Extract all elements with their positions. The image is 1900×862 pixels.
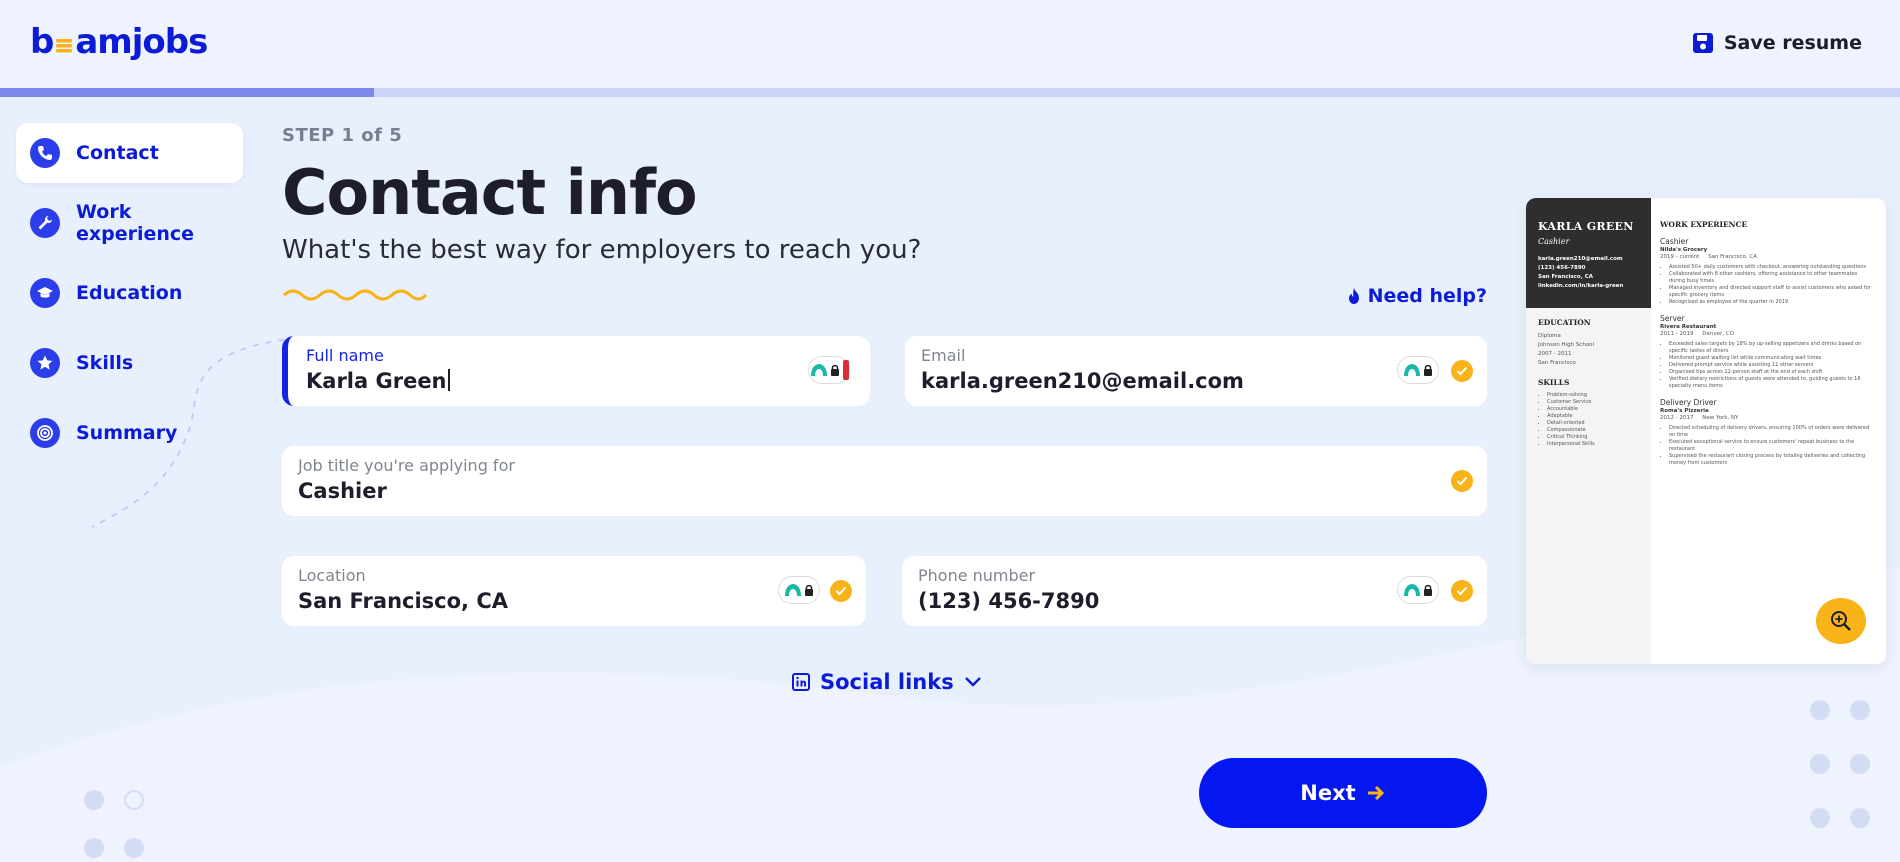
- location-label: Location: [298, 566, 366, 585]
- password-manager-red-tab: [842, 360, 849, 380]
- arrow-right-icon: [1367, 785, 1384, 801]
- job-title-input[interactable]: Cashier: [298, 479, 1471, 503]
- location-field[interactable]: Location San Francisco, CA: [282, 556, 866, 626]
- lock-icon: [830, 364, 839, 376]
- password-manager-icon: [810, 364, 827, 376]
- sidebar-item-contact[interactable]: Contact: [16, 123, 243, 183]
- text-caret: [447, 369, 450, 391]
- step-indicator: STEP 1 of 5: [282, 125, 403, 146]
- full-name-input[interactable]: Karla Green: [306, 369, 854, 393]
- resume-name: KARLA GREEN: [1538, 220, 1634, 233]
- beamjobs-logo[interactable]: b amjobs: [30, 22, 208, 62]
- sidebar-item-summary[interactable]: Summary: [16, 403, 243, 463]
- zoom-in-icon: [1831, 611, 1851, 631]
- phone-input[interactable]: (123) 456-7890: [918, 589, 1471, 613]
- resume-left-column: KARLA GREEN Cashier karla.green210@email…: [1526, 198, 1651, 664]
- resume-preview[interactable]: KARLA GREEN Cashier karla.green210@email…: [1526, 198, 1886, 664]
- resume-header: KARLA GREEN Cashier karla.green210@email…: [1526, 198, 1651, 308]
- resume-job: Delivery Driver Roma's Pizzeria 2012 - 2…: [1660, 398, 1874, 467]
- lock-icon: [1424, 364, 1432, 376]
- password-manager-badge[interactable]: [778, 576, 820, 604]
- resume-skills: SKILLS Problem-solving Customer Service …: [1526, 368, 1651, 448]
- sidebar-item-label: Education: [76, 282, 183, 304]
- full-name-label: Full name: [306, 346, 384, 365]
- job-title-field[interactable]: Job title you're applying for Cashier: [282, 446, 1487, 516]
- step-progress-bar: [0, 88, 1900, 97]
- need-help-link[interactable]: Need help?: [1346, 285, 1487, 307]
- linkedin-icon: [792, 673, 810, 691]
- password-manager-badge[interactable]: [1397, 576, 1439, 604]
- step-progress-fill: [0, 88, 375, 97]
- zoom-preview-button[interactable]: [1816, 598, 1866, 644]
- lock-icon: [1424, 584, 1432, 596]
- resume-work-title: WORK EXPERIENCE: [1660, 220, 1748, 229]
- graduation-cap-icon: [30, 278, 60, 308]
- resume-role: Cashier: [1538, 237, 1570, 246]
- squiggle-decoration: [283, 289, 428, 301]
- password-manager-badge[interactable]: [1397, 356, 1439, 384]
- valid-check-icon: [1451, 580, 1473, 602]
- password-manager-icon: [1404, 584, 1420, 596]
- logo-e-mark-icon: [54, 24, 74, 53]
- steps-sidebar: Contact Work experience Education Skills…: [16, 123, 243, 473]
- email-label: Email: [921, 346, 966, 365]
- phone-icon: [30, 138, 60, 168]
- top-bar: b amjobs Save resume: [0, 0, 1900, 88]
- location-input[interactable]: San Francisco, CA: [298, 589, 850, 613]
- save-disk-icon: [1692, 33, 1713, 53]
- password-manager-icon: [785, 584, 801, 596]
- next-button[interactable]: Next: [1199, 758, 1487, 828]
- email-field[interactable]: Email karla.green210@email.com: [905, 336, 1487, 406]
- save-resume-label: Save resume: [1723, 32, 1862, 54]
- phone-label: Phone number: [918, 566, 1036, 585]
- lock-icon: [805, 584, 813, 596]
- sidebar-item-education[interactable]: Education: [16, 263, 243, 323]
- job-title-label: Job title you're applying for: [298, 456, 515, 475]
- flame-icon: [1348, 288, 1359, 304]
- resume-education: EDUCATION Diploma Johnson High School 20…: [1538, 318, 1595, 366]
- chevron-down-icon: [964, 677, 981, 687]
- password-manager-badge[interactable]: [808, 356, 850, 384]
- sidebar-item-label: Summary: [76, 422, 178, 444]
- sidebar-item-label: Contact: [76, 142, 159, 164]
- valid-check-icon: [1451, 360, 1473, 382]
- phone-field[interactable]: Phone number (123) 456-7890: [902, 556, 1487, 626]
- page-subtitle: What's the best way for employers to rea…: [282, 235, 922, 265]
- resume-job: Server Rivera Restaurant 2011 - 2019 Den…: [1660, 314, 1874, 390]
- save-resume-button[interactable]: Save resume: [1692, 32, 1862, 54]
- sidebar-item-skills[interactable]: Skills: [16, 333, 243, 393]
- valid-check-icon: [830, 580, 852, 602]
- social-links-toggle[interactable]: Social links: [792, 670, 982, 694]
- sidebar-item-work-experience[interactable]: Work experience: [16, 193, 243, 253]
- sidebar-item-label: Work experience: [76, 201, 195, 245]
- email-input[interactable]: karla.green210@email.com: [921, 369, 1471, 393]
- full-name-field[interactable]: Full name Karla Green: [282, 336, 870, 406]
- page-title: Contact info: [282, 156, 698, 229]
- contact-form-section: STEP 1 of 5 Contact info What's the best…: [282, 125, 1487, 828]
- target-icon: [30, 418, 60, 448]
- star-icon: [30, 348, 60, 378]
- valid-check-icon: [1451, 470, 1473, 492]
- password-manager-icon: [1404, 364, 1420, 376]
- resume-job: Cashier Nilda's Grocery 2019 - current S…: [1660, 237, 1874, 306]
- resume-contact: karla.green210@email.com (123) 456-7890 …: [1538, 256, 1624, 289]
- resume-right-column: WORK EXPERIENCE Cashier Nilda's Grocery …: [1660, 220, 1874, 467]
- sidebar-item-label: Skills: [76, 352, 134, 374]
- wrench-icon: [30, 208, 60, 238]
